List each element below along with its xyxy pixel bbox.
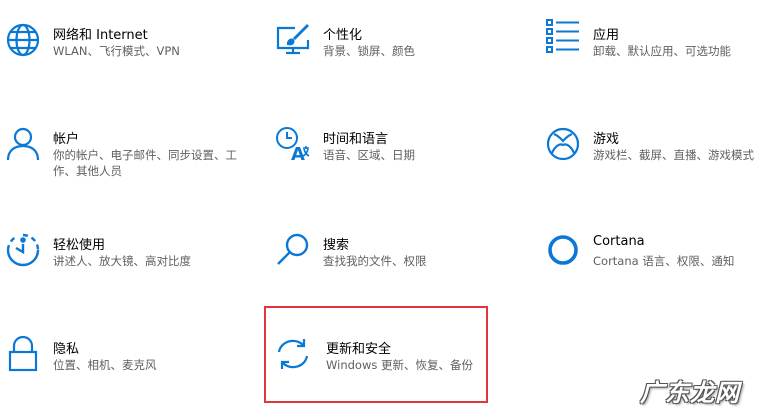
tile-title: 隐私 [53,342,80,357]
settings-tile-network[interactable]: 网络和 Internet WLAN、飞行模式、VPN [5,22,245,102]
time-language-icon: A [275,126,311,162]
tile-title: 应用 [593,28,620,43]
settings-tile-ease-of-access[interactable]: 轻松使用 讲述人、放大镜、高对比度 [5,232,245,312]
tile-title: 帐户 [53,132,80,147]
tile-description: 你的帐户、电子邮件、同步设置、工作、其他人员 [53,148,237,178]
settings-tile-cortana[interactable]: Cortana Cortana 语言、权限、通知 [545,232,775,312]
tile-title: 搜索 [323,238,350,253]
cortana-ring-icon [545,232,581,268]
tile-title: 轻松使用 [53,238,106,253]
tile-description: 查找我的文件、权限 [323,254,427,268]
person-icon [5,126,41,162]
tile-description: Cortana 语言、权限、通知 [593,254,735,268]
settings-tile-personalization[interactable]: 个性化 背景、锁屏、颜色 [275,22,515,102]
tile-description: 背景、锁屏、颜色 [323,44,415,58]
tile-title: 个性化 [323,28,363,43]
tile-title: 网络和 Internet [53,28,148,43]
search-magnifier-icon [275,232,311,268]
tile-description: 位置、相机、麦克风 [53,358,157,372]
apps-list-icon [545,18,581,54]
personalization-brush-icon [275,22,311,58]
xbox-icon [545,126,581,162]
svg-text:A: A [291,144,305,162]
tile-description: 语音、区域、日期 [323,148,415,162]
highlight-box [264,306,488,403]
settings-tile-time-language[interactable]: A 时间和语言 语音、区域、日期 [275,126,515,206]
tile-description: 卸载、默认应用、可选功能 [593,44,731,58]
watermark-text: 广东龙网 [640,379,740,407]
tile-title: 游戏 [593,132,620,147]
ease-of-access-icon [5,232,41,268]
settings-tile-search[interactable]: 搜索 查找我的文件、权限 [275,232,515,312]
settings-tile-apps[interactable]: 应用 卸载、默认应用、可选功能 [545,18,775,98]
tile-description: WLAN、飞行模式、VPN [53,44,180,58]
lock-icon [5,336,41,372]
tile-description: 讲述人、放大镜、高对比度 [53,254,191,268]
tile-title: 时间和语言 [323,132,389,147]
globe-icon [5,22,41,58]
settings-tile-accounts[interactable]: 帐户 你的帐户、电子邮件、同步设置、工作、其他人员 [5,126,245,206]
tile-title: Cortana [593,234,645,249]
settings-tile-privacy[interactable]: 隐私 位置、相机、麦克风 [5,336,245,416]
settings-tile-gaming[interactable]: 游戏 游戏栏、截屏、直播、游戏模式 [545,126,775,206]
tile-description: 游戏栏、截屏、直播、游戏模式 [593,148,754,162]
